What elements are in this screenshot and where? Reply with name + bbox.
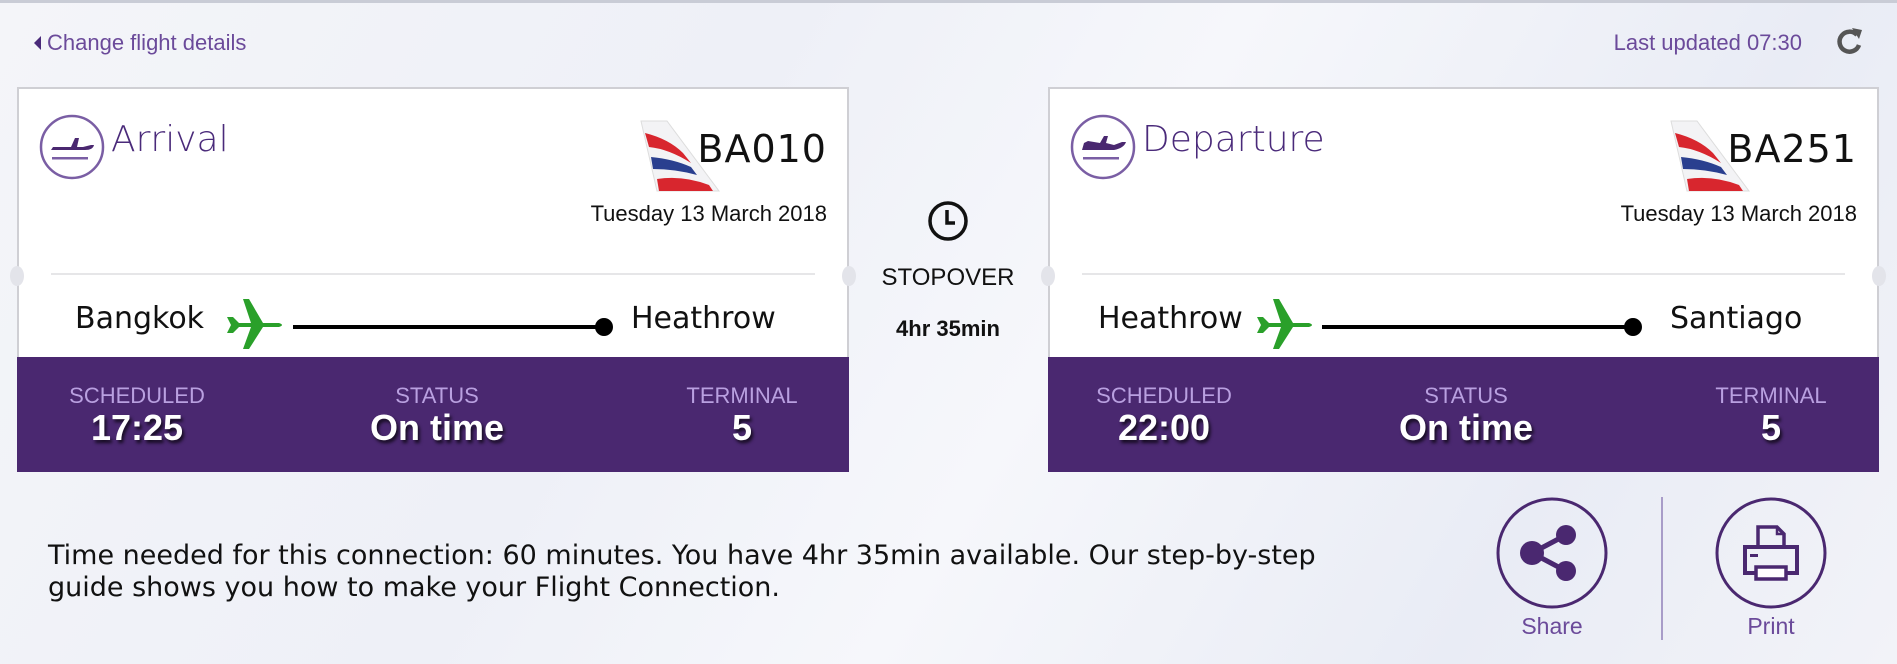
- terminal-value: 5: [731, 407, 753, 448]
- scheduled-time: 17:25: [90, 407, 184, 448]
- back-link-label: Change flight details: [47, 30, 247, 55]
- destination-dot: [595, 318, 613, 336]
- top-border: [0, 0, 1897, 3]
- route-line: [1322, 325, 1632, 329]
- arrival-date: Tuesday 13 March 2018: [590, 201, 827, 226]
- status-value: On time: [1398, 407, 1533, 448]
- print-label: Print: [1747, 613, 1795, 639]
- ticket-notch: [842, 266, 856, 286]
- scheduled-time: 22:00: [1117, 407, 1211, 448]
- printer-icon: [1715, 497, 1827, 609]
- print-button[interactable]: Print: [1715, 497, 1827, 640]
- plane-icon: [1257, 299, 1312, 349]
- connection-note: Time needed for this connection: 60 minu…: [48, 540, 1316, 603]
- departure-destination: Santiago: [1670, 301, 1803, 336]
- clock-icon: [928, 201, 968, 241]
- divider: [51, 273, 815, 275]
- plane-takeoff-icon: [1070, 114, 1136, 180]
- arrival-flight-number: BA010: [697, 127, 827, 171]
- scheduled-label: SCHEDULED: [1096, 383, 1232, 408]
- departure-flight-number: BA251: [1727, 127, 1857, 171]
- arrival-title: Arrival: [111, 119, 229, 160]
- departure-date: Tuesday 13 March 2018: [1620, 201, 1857, 226]
- share-button[interactable]: Share: [1496, 497, 1608, 640]
- arrival-card: Arrival BA010 Tuesday 13 March 2018 Bang…: [10, 87, 856, 472]
- plane-icon: [227, 299, 282, 349]
- action-separator: [1661, 497, 1663, 640]
- stopover-label: STOPOVER: [881, 264, 1015, 291]
- arrival-destination: Heathrow: [631, 301, 776, 336]
- ticket-notch: [10, 266, 24, 286]
- scheduled-label: SCHEDULED: [69, 383, 205, 408]
- ticket-notch: [1041, 266, 1055, 286]
- divider: [1082, 273, 1845, 275]
- last-updated-text: Last updated 07:30: [1613, 30, 1802, 55]
- share-icon: [1496, 497, 1608, 609]
- terminal-value: 5: [1760, 407, 1782, 448]
- caret-left-icon: [34, 36, 41, 50]
- stopover-duration: 4hr 35min: [896, 316, 1000, 341]
- departure-info-band: SCHEDULED 22:00 STATUS On time TERMINAL …: [1048, 357, 1879, 472]
- route-line: [293, 325, 603, 329]
- terminal-label: TERMINAL: [686, 383, 798, 408]
- status-label: STATUS: [395, 383, 479, 408]
- terminal-label: TERMINAL: [1715, 383, 1827, 408]
- status-value: On time: [369, 407, 504, 448]
- plane-landing-icon: [39, 114, 105, 180]
- change-flight-details-link[interactable]: Change flight details: [34, 30, 246, 56]
- arrival-origin: Bangkok: [75, 301, 205, 336]
- departure-title: Departure: [1142, 119, 1325, 160]
- departure-card: Departure BA251 Tuesday 13 March 2018 He…: [1041, 87, 1886, 472]
- refresh-icon[interactable]: [1833, 26, 1865, 58]
- stopover-info: STOPOVER 4hr 35min: [868, 200, 1028, 342]
- share-label: Share: [1521, 613, 1583, 639]
- ticket-notch: [1872, 266, 1886, 286]
- status-label: STATUS: [1424, 383, 1508, 408]
- arrival-info-band: SCHEDULED 17:25 STATUS On time TERMINAL …: [17, 357, 849, 472]
- departure-origin: Heathrow: [1098, 301, 1243, 336]
- destination-dot: [1624, 318, 1642, 336]
